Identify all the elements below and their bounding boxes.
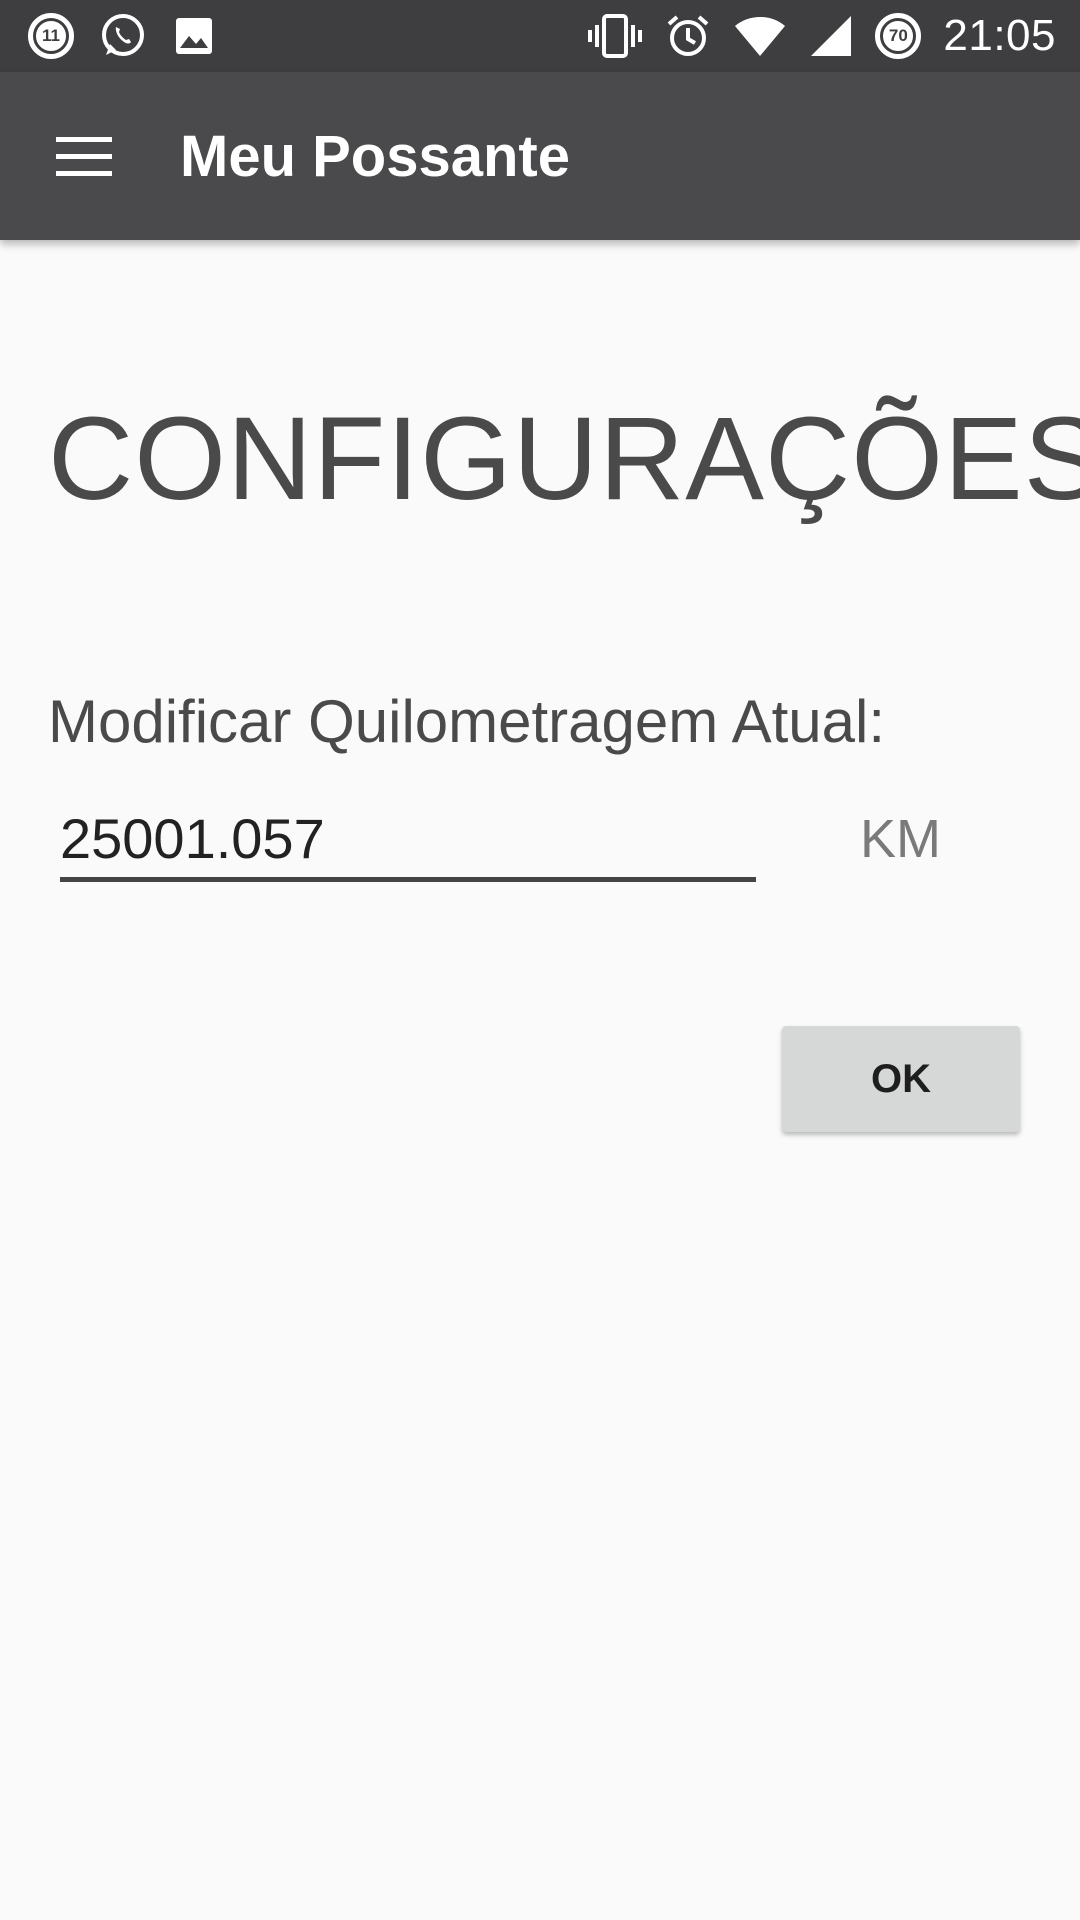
- whatsapp-icon: [98, 11, 148, 61]
- notification-count-icon: 11: [28, 13, 74, 59]
- ok-button[interactable]: OK: [782, 1026, 1020, 1132]
- battery-level: 70: [880, 18, 917, 54]
- vibrate-icon: [587, 13, 643, 59]
- alarm-icon: [665, 13, 711, 59]
- image-icon: [172, 14, 216, 58]
- mileage-input[interactable]: [60, 800, 756, 882]
- mileage-field-label: Modificar Quilometragem Atual:: [48, 688, 886, 755]
- app-title: Meu Possante: [180, 123, 570, 189]
- status-bar-left: 11: [28, 0, 216, 72]
- status-bar-right: 70 21:05: [587, 0, 1056, 72]
- unit-label: KM: [860, 809, 941, 869]
- hamburger-menu-icon[interactable]: [40, 124, 128, 188]
- page-title: CONFIGURAÇÕES: [48, 393, 1080, 525]
- wifi-icon: [733, 14, 787, 58]
- app-bar: Meu Possante: [0, 72, 1080, 240]
- status-bar: 11 70 21:05: [0, 0, 1080, 72]
- status-time: 21:05: [943, 11, 1056, 60]
- battery-icon: 70: [875, 13, 922, 59]
- cell-signal-icon: [809, 14, 853, 58]
- notification-count: 11: [33, 18, 69, 54]
